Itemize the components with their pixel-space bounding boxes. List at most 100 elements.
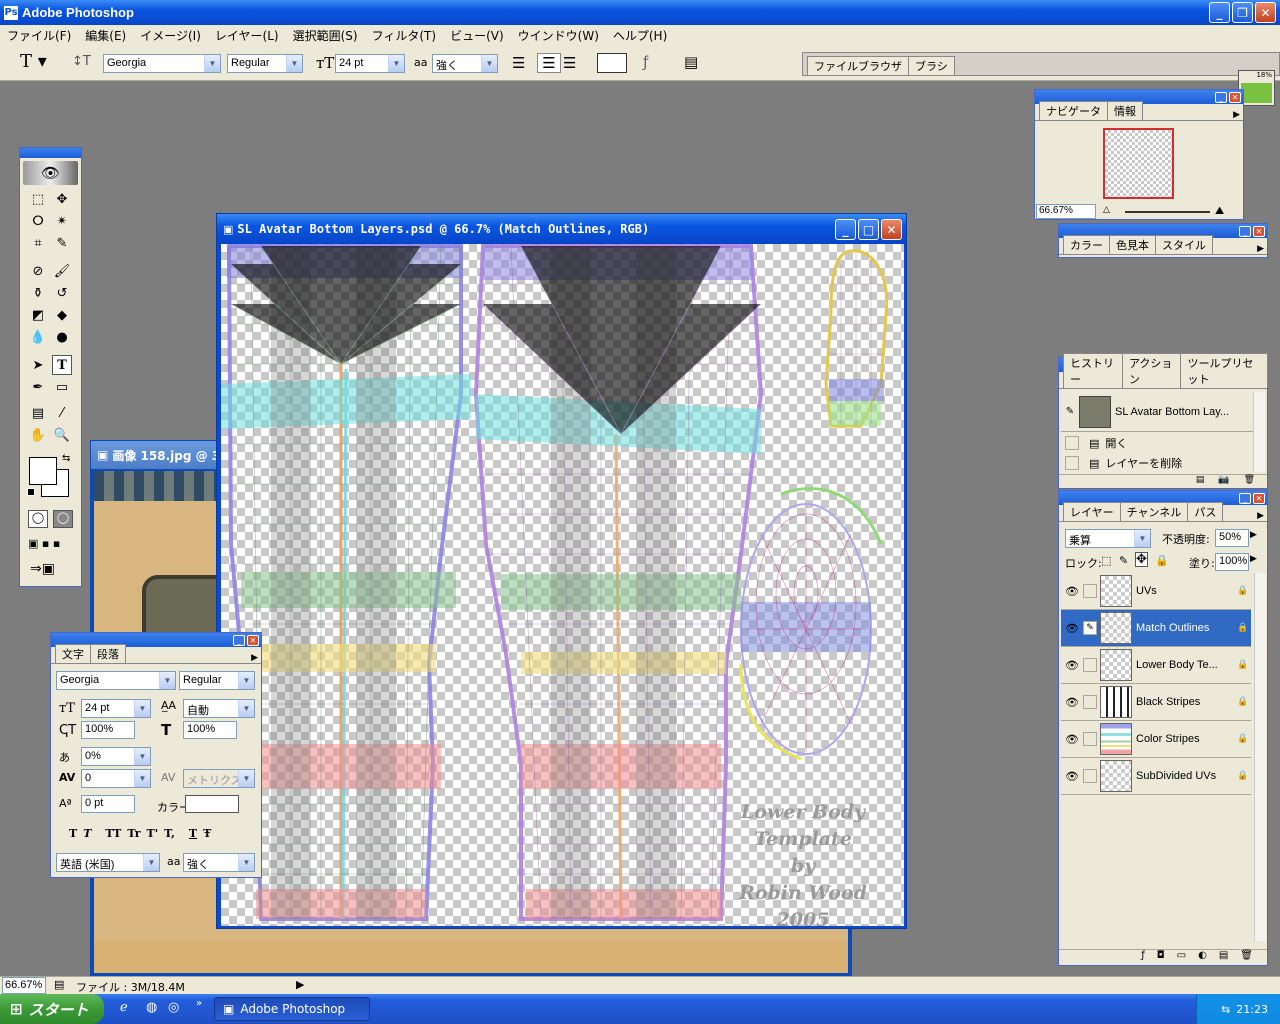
- status-zoom-field[interactable]: 66.67%: [2, 977, 46, 994]
- tab-character[interactable]: 文字: [55, 644, 91, 663]
- new-layer-icon[interactable]: ▤: [1219, 950, 1228, 965]
- leading-select[interactable]: 自動 ▼: [183, 699, 255, 718]
- underline-button[interactable]: T: [189, 827, 197, 840]
- palette-menu-arrow[interactable]: ▶: [1257, 511, 1264, 521]
- blend-mode-select[interactable]: 乗算 ▼: [1065, 529, 1151, 548]
- zoom-tool-icon[interactable]: 🔍: [52, 425, 72, 445]
- strikethrough-button[interactable]: Ŧ: [203, 827, 211, 840]
- lock-position-icon[interactable]: ✥: [1135, 552, 1148, 567]
- fill-arrow[interactable]: ▶: [1250, 554, 1257, 564]
- tab-tool-presets[interactable]: ツールプリセット: [1180, 353, 1268, 388]
- clone-stamp-icon[interactable]: ⚱: [28, 283, 48, 303]
- ie-quicklaunch-icon[interactable]: ℯ: [120, 1000, 128, 1015]
- layer-link-box[interactable]: [1083, 769, 1097, 783]
- menu-select[interactable]: 選択範囲(S): [286, 27, 365, 44]
- palettes-toggle-icon[interactable]: ▤: [684, 53, 698, 71]
- taskbar-photoshop-button[interactable]: ▣ Adobe Photoshop: [214, 997, 370, 1021]
- default-colors-icon[interactable]: [27, 488, 35, 496]
- align-right-icon[interactable]: ☰: [563, 54, 576, 72]
- tab-layers[interactable]: レイヤー: [1063, 502, 1121, 521]
- lock-all-icon[interactable]: 🔒: [1155, 554, 1169, 567]
- move-tool-icon[interactable]: ✥: [52, 189, 72, 209]
- layer-link-box[interactable]: [1083, 732, 1097, 746]
- zoom-slider[interactable]: [1125, 211, 1210, 213]
- trash-icon[interactable]: 🗑: [1244, 475, 1255, 488]
- history-snapshot[interactable]: ✎ SL Avatar Bottom Lay...: [1061, 392, 1255, 432]
- text-orientation-icon[interactable]: ↕T: [72, 54, 91, 69]
- tab-paragraph[interactable]: 段落: [90, 644, 126, 663]
- tab-styles[interactable]: スタイル: [1155, 235, 1213, 254]
- tab-navigator[interactable]: ナビゲータ: [1039, 101, 1108, 120]
- status-menu-arrow[interactable]: ▶: [296, 978, 304, 991]
- document-canvas[interactable]: Lower Body Template by Robin Wood 2005: [221, 244, 904, 926]
- notes-tool-icon[interactable]: ▤: [28, 403, 48, 423]
- adjustment-layer-icon[interactable]: ◐: [1198, 950, 1207, 965]
- visibility-eye-icon[interactable]: 👁: [1061, 659, 1083, 672]
- crop-tool-icon[interactable]: ⌗: [28, 233, 48, 253]
- menu-image[interactable]: イメージ(I): [133, 27, 208, 44]
- text-color-swatch[interactable]: [597, 53, 627, 73]
- baseline-shift-field[interactable]: 0 pt: [81, 795, 135, 813]
- tsume-select[interactable]: 0% ▼: [81, 747, 151, 766]
- layer-row[interactable]: 👁 Color Stripes 🔒: [1061, 721, 1251, 758]
- lasso-tool-icon[interactable]: ⵔ: [28, 211, 48, 231]
- navigator-thumbnail[interactable]: [1103, 128, 1174, 199]
- new-document-icon[interactable]: ▤: [1196, 475, 1205, 488]
- align-left-icon[interactable]: ☰: [512, 54, 525, 72]
- marquee-tool-icon[interactable]: ⬚: [28, 189, 48, 209]
- layer-link-box[interactable]: [1083, 695, 1097, 709]
- photoshop-eye-logo[interactable]: 👁: [23, 161, 78, 185]
- opacity-arrow[interactable]: ▶: [1250, 530, 1257, 540]
- layer-row[interactable]: 👁 SubDivided UVs 🔒: [1061, 758, 1251, 795]
- layer-row[interactable]: 👁 Black Stripes 🔒: [1061, 684, 1251, 721]
- palette-close-button[interactable]: ✕: [1253, 225, 1265, 237]
- pen-tool-icon[interactable]: ✒: [28, 377, 48, 397]
- layer-brush-indicator-icon[interactable]: ✎: [1083, 621, 1097, 635]
- menu-view[interactable]: ビュー(V): [443, 27, 511, 44]
- history-state[interactable]: ▤ レイヤーを削除: [1061, 454, 1255, 472]
- tab-color[interactable]: カラー: [1063, 235, 1110, 254]
- char-color-swatch[interactable]: [185, 795, 239, 813]
- type-tool-icon[interactable]: T: [52, 355, 72, 375]
- tab-file-browser[interactable]: ファイルブラウザ: [807, 56, 909, 75]
- eraser-tool-icon[interactable]: ◩: [28, 305, 48, 325]
- opacity-field[interactable]: 50%: [1215, 529, 1249, 547]
- hand-tool-icon[interactable]: ✋: [28, 425, 48, 445]
- network-tray-icon[interactable]: ⇆: [1221, 1003, 1230, 1016]
- main-document-window[interactable]: ▣ SL Avatar Bottom Layers.psd @ 66.7% (M…: [216, 213, 907, 929]
- close-button[interactable]: ✕: [1255, 2, 1276, 23]
- path-select-icon[interactable]: ➤: [28, 355, 48, 375]
- palette-close-button[interactable]: ✕: [1253, 492, 1265, 504]
- swap-colors-icon[interactable]: ⇆: [62, 453, 70, 464]
- all-caps-button[interactable]: TT: [105, 827, 121, 840]
- visibility-eye-icon[interactable]: 👁: [1061, 733, 1083, 746]
- layer-link-box[interactable]: [1083, 658, 1097, 672]
- visibility-eye-icon[interactable]: 👁: [1061, 696, 1083, 709]
- palette-minimize-button[interactable]: _: [1215, 91, 1227, 103]
- palette-menu-arrow[interactable]: ▶: [1233, 110, 1240, 120]
- char-font-family-select[interactable]: Georgia ▼: [56, 671, 176, 690]
- lock-image-icon[interactable]: ✎: [1119, 554, 1128, 567]
- visibility-eye-icon[interactable]: 👁: [1061, 622, 1083, 635]
- doc-maximize-button[interactable]: □: [858, 219, 879, 240]
- menu-window[interactable]: ウインドウ(W): [511, 27, 606, 44]
- horizontal-scale-field[interactable]: 100%: [183, 721, 237, 739]
- faux-bold-button[interactable]: T: [69, 827, 77, 840]
- visibility-eye-icon[interactable]: 👁: [1061, 585, 1083, 598]
- char-font-style-select[interactable]: Regular ▼: [179, 671, 255, 690]
- small-caps-button[interactable]: Tr: [127, 827, 140, 840]
- subscript-button[interactable]: T,: [164, 827, 175, 840]
- media-quicklaunch-icon[interactable]: ◎: [168, 1000, 179, 1015]
- doc-close-button[interactable]: ✕: [881, 219, 902, 240]
- snapshot-icon[interactable]: 📷: [1218, 475, 1229, 488]
- palette-menu-arrow[interactable]: ▶: [1257, 244, 1264, 254]
- superscript-button[interactable]: T': [147, 827, 159, 840]
- tracking-select[interactable]: メトリクス ▼: [183, 769, 255, 788]
- shape-tool-icon[interactable]: ▭: [52, 377, 72, 397]
- align-center-icon[interactable]: ☰: [537, 53, 561, 73]
- layer-row[interactable]: 👁 Lower Body Te... 🔒: [1061, 647, 1251, 684]
- history-state[interactable]: ▤ 開く: [1061, 434, 1255, 452]
- warp-text-icon[interactable]: ƒ: [643, 53, 648, 71]
- minimize-button[interactable]: _: [1209, 2, 1230, 23]
- dodge-tool-icon[interactable]: ●: [52, 327, 72, 347]
